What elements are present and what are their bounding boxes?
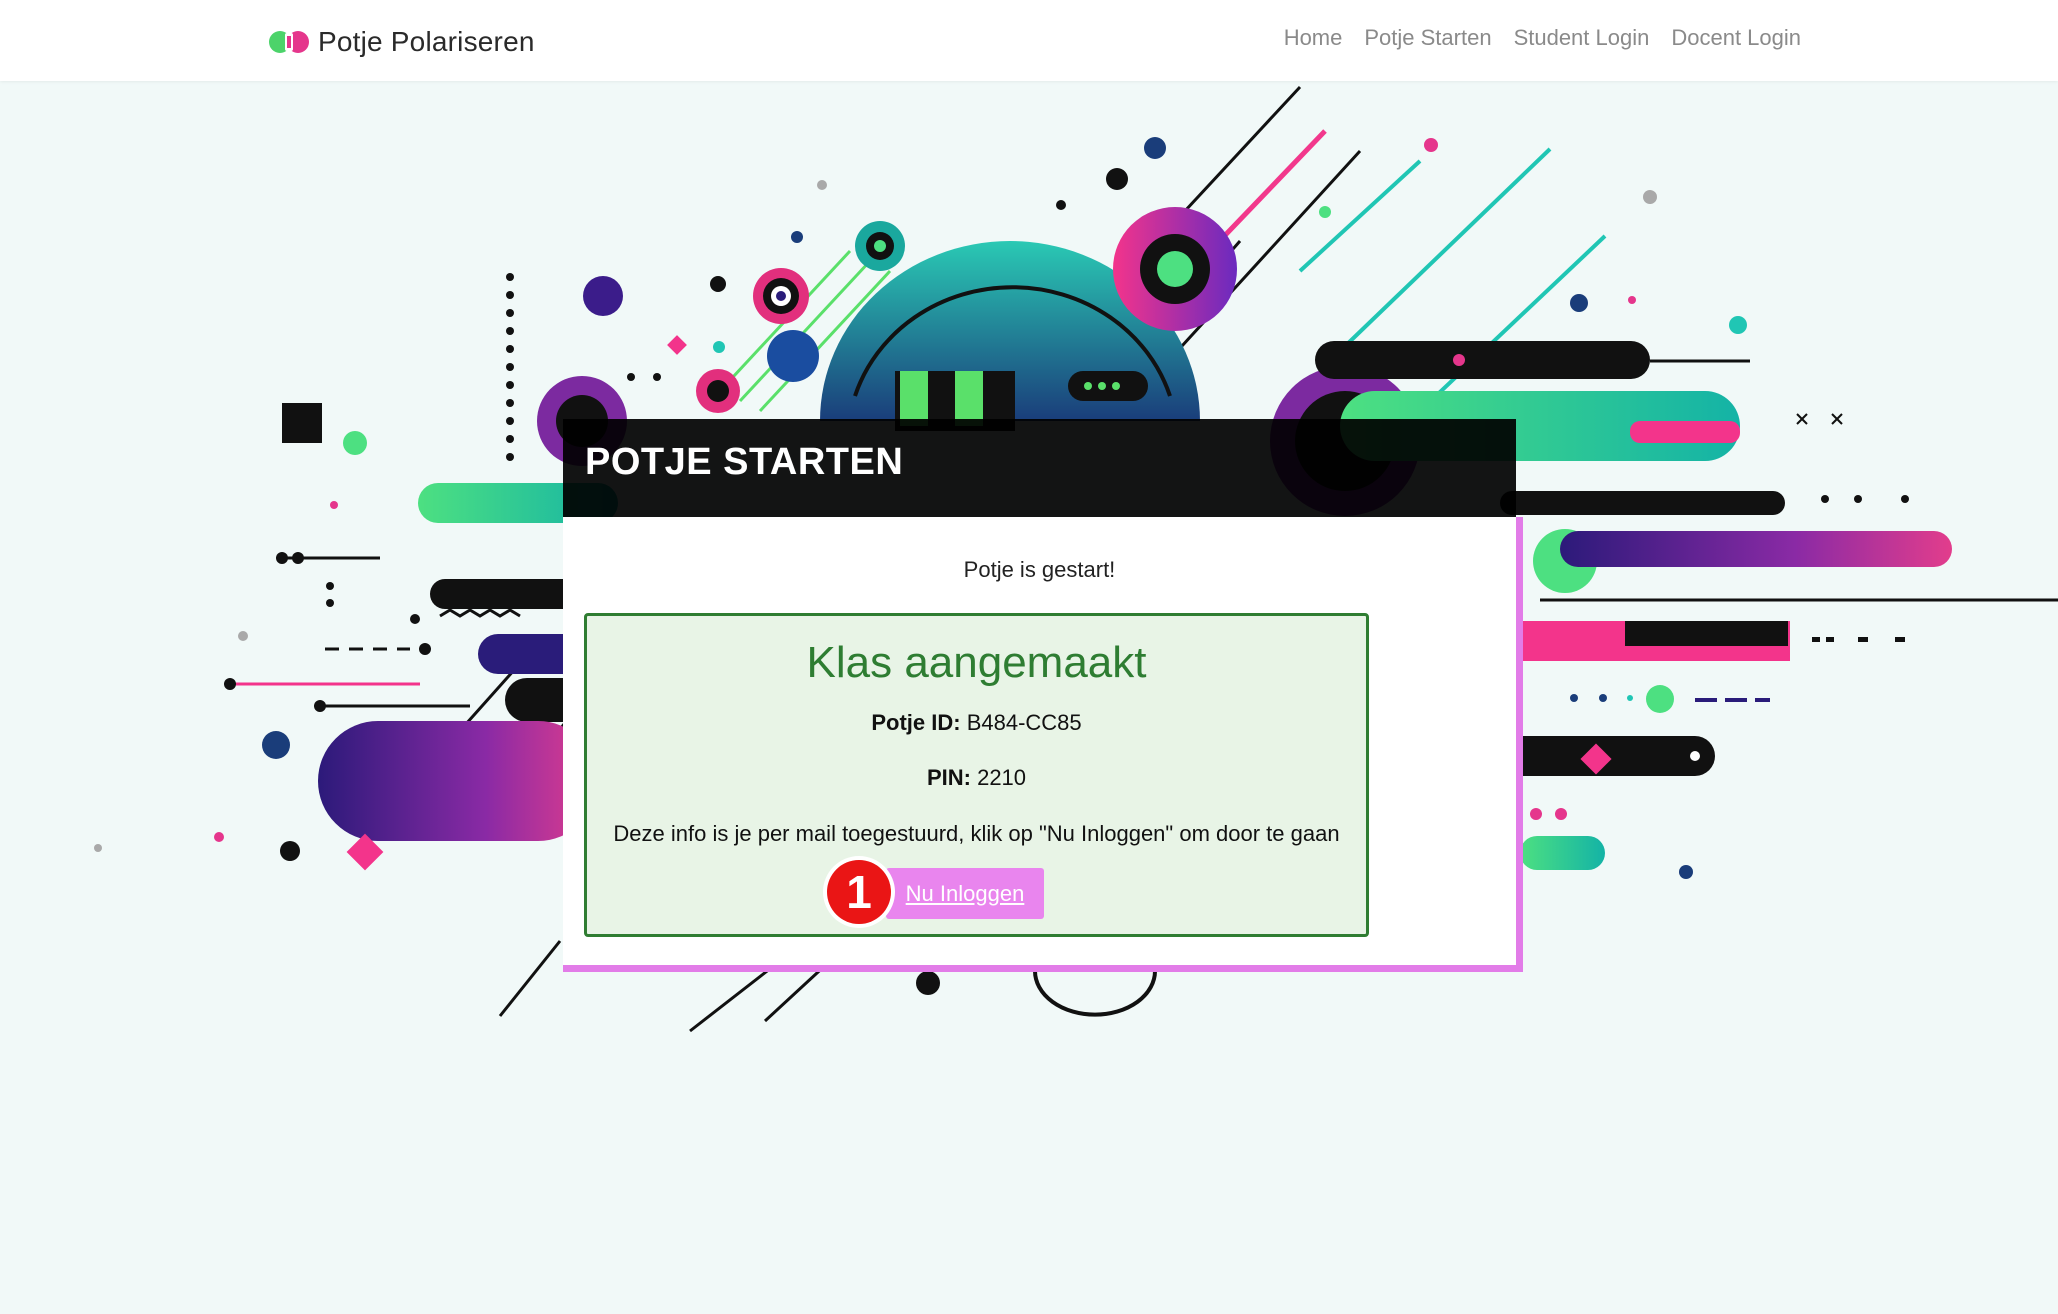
pin-label: PIN: bbox=[926, 765, 971, 790]
nav-links: Home Potje Starten Student Login Docent … bbox=[1284, 25, 1801, 51]
step-marker: 1 bbox=[823, 856, 895, 928]
mail-info-text: Deze info is je per mail toegestuurd, kl… bbox=[613, 821, 1340, 846]
success-panel: Klas aangemaakt Potje ID: B484-CC85 PIN:… bbox=[584, 613, 1369, 937]
navbar: Potje Polariseren Home Potje Starten Stu… bbox=[0, 0, 2058, 81]
page-title-banner: POTJE STARTEN bbox=[563, 419, 1516, 517]
pin-line: PIN: 2210 bbox=[587, 765, 1366, 791]
login-now-button[interactable]: Nu Inloggen bbox=[886, 868, 1044, 919]
status-message: Potje is gestart! bbox=[963, 557, 1116, 582]
nav-link-potje-starten[interactable]: Potje Starten bbox=[1364, 25, 1491, 51]
nav-link-home[interactable]: Home bbox=[1284, 25, 1343, 51]
pin-value: 2210 bbox=[977, 765, 1027, 790]
brand-name: Potje Polariseren bbox=[318, 26, 535, 57]
step-number: 1 bbox=[827, 860, 891, 924]
brand-link[interactable]: Potje Polariseren bbox=[268, 22, 535, 62]
page-title: POTJE STARTEN bbox=[585, 441, 904, 483]
potje-id-value: B484-CC85 bbox=[966, 710, 1082, 735]
result-card: Potje is gestart! Klas aangemaakt Potje … bbox=[563, 517, 1523, 972]
nav-link-docent-login[interactable]: Docent Login bbox=[1671, 25, 1801, 51]
nav-link-student-login[interactable]: Student Login bbox=[1514, 25, 1650, 51]
potje-id-line: Potje ID: B484-CC85 bbox=[587, 710, 1366, 736]
success-title: Klas aangemaakt bbox=[806, 638, 1147, 687]
potje-id-label: Potje ID: bbox=[871, 710, 961, 735]
brand-logo-icon bbox=[269, 31, 309, 53]
